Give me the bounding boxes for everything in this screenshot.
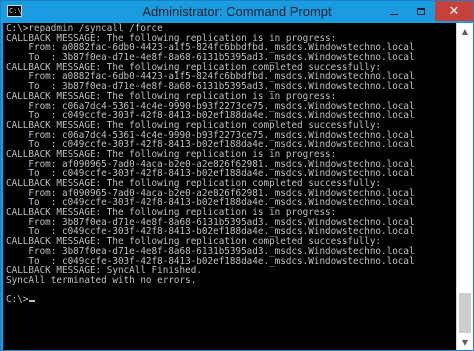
console-line: SyncAll terminated with no errors. [6,274,197,286]
close-icon: ✕ [448,3,460,19]
console-output-area[interactable]: C:\>repadmin /syncall /force CALLBACK MES… [3,23,456,350]
prompt-text: C:\> [6,294,29,306]
scroll-up-arrow-icon[interactable]: ▲ [457,23,473,39]
console-text: C:\>repadmin /syncall /force CALLBACK MES… [3,23,456,305]
maximize-button[interactable] [408,1,434,21]
maximize-icon [417,7,425,15]
scroll-thumb[interactable] [459,293,471,333]
minimize-button[interactable] [381,1,407,21]
text-cursor [29,300,36,303]
command-prompt-window: C:\ Administrator: Command Prompt ✕ C:\>… [0,0,474,351]
minimize-icon [390,13,398,15]
scroll-down-arrow-icon[interactable]: ▼ [457,334,473,350]
title-bar[interactable]: C:\ Administrator: Command Prompt ✕ [1,1,473,22]
prompt-line[interactable]: C:\> [6,295,456,305]
vertical-scrollbar[interactable]: ▲ ▼ [456,23,473,350]
close-button[interactable]: ✕ [435,1,473,21]
